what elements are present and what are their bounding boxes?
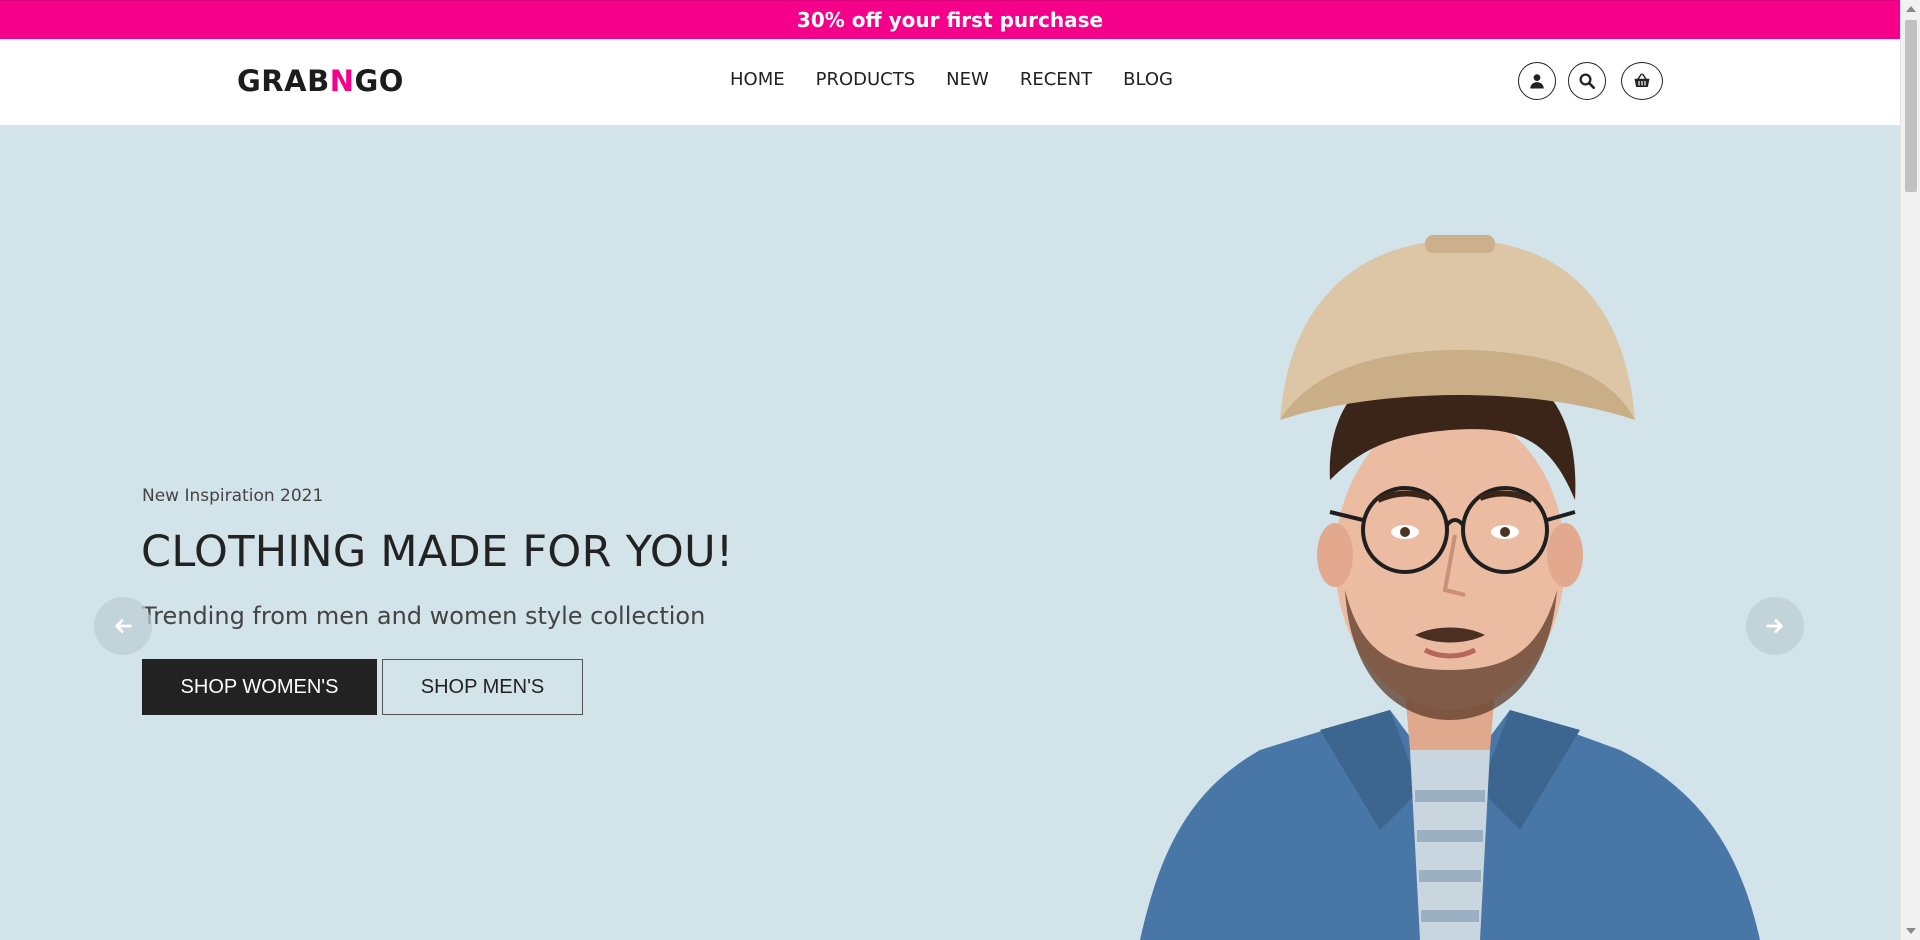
scroll-down-icon[interactable] — [1906, 928, 1916, 934]
hero-eyebrow: New Inspiration 2021 — [142, 486, 324, 506]
page-scrollbar[interactable] — [1900, 0, 1920, 940]
logo-part-2: GO — [354, 64, 404, 98]
scroll-up-icon[interactable] — [1906, 6, 1916, 12]
site-logo[interactable]: GRABNGO — [237, 64, 404, 98]
shop-womens-button[interactable]: SHOP WOMEN'S — [142, 659, 377, 715]
shop-mens-button[interactable]: SHOP MEN'S — [382, 659, 583, 715]
nav-new[interactable]: NEW — [946, 69, 989, 90]
cart-button[interactable] — [1621, 62, 1663, 100]
promo-banner: 30% off your first purchase — [0, 0, 1900, 39]
logo-part-1: GRAB — [237, 64, 330, 98]
basket-icon — [1634, 73, 1650, 87]
promo-text: 30% off your first purchase — [796, 8, 1104, 32]
header-actions — [1518, 62, 1663, 100]
site-header: GRABNGO HOME PRODUCTS NEW RECENT BLOG — [0, 39, 1900, 125]
nav-blog[interactable]: BLOG — [1123, 69, 1173, 90]
nav-recent[interactable]: RECENT — [1020, 69, 1092, 90]
search-button[interactable] — [1568, 62, 1606, 100]
user-icon — [1530, 74, 1544, 89]
logo-accent-letter: N — [329, 64, 355, 98]
scroll-thumb[interactable] — [1905, 20, 1917, 192]
nav-products[interactable]: PRODUCTS — [816, 69, 916, 90]
arrow-left-icon — [115, 619, 132, 633]
hero-model-image — [1140, 235, 1760, 940]
hero-slider: New Inspiration 2021 CLOTHING MADE FOR Y… — [0, 125, 1900, 940]
nav-home[interactable]: HOME — [730, 69, 785, 90]
search-icon — [1579, 73, 1596, 90]
account-button[interactable] — [1518, 62, 1556, 100]
main-nav: HOME PRODUCTS NEW RECENT BLOG — [730, 69, 1173, 90]
slider-prev-button[interactable] — [94, 597, 152, 655]
hero-subtitle: Trending from men and women style collec… — [142, 602, 706, 630]
hero-title: CLOTHING MADE FOR YOU! — [141, 527, 734, 577]
